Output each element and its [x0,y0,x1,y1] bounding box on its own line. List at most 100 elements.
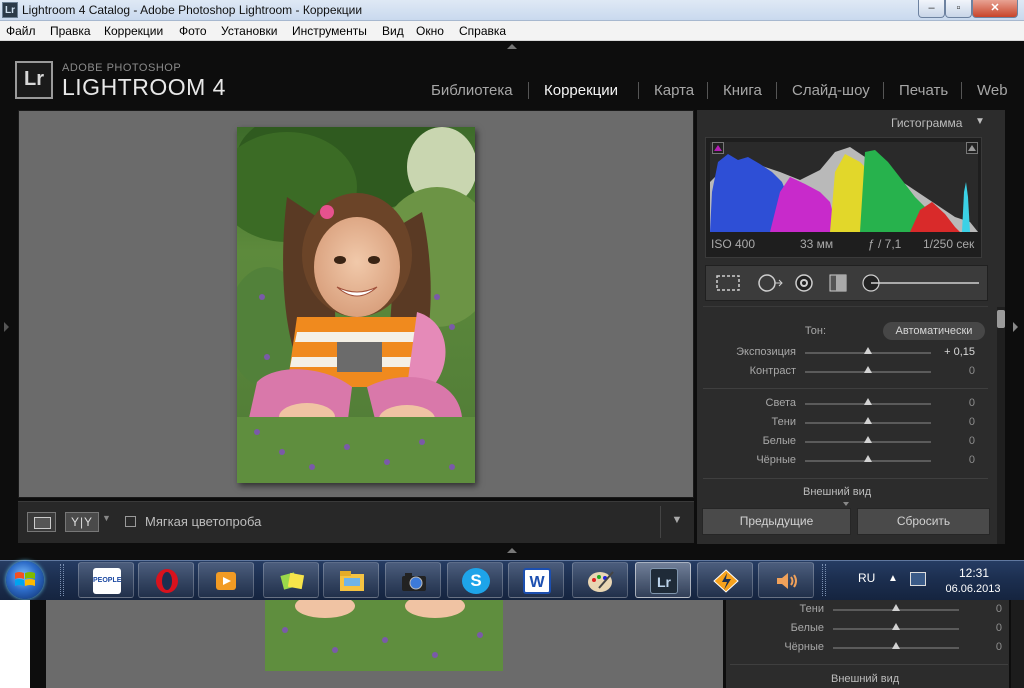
slider-label: Чёрные [784,641,824,653]
before-after-button[interactable]: Y|Y [65,512,99,532]
slider-value[interactable]: 0 [935,397,975,409]
slider-thumb[interactable] [864,347,872,354]
panel-divider [730,664,1008,665]
clock-time[interactable]: 12:31 [948,566,1000,580]
taskbar-opera[interactable] [138,562,194,598]
spot-removal-icon[interactable] [755,273,785,293]
taskbar-sticky-notes[interactable] [263,562,319,598]
slider-label: Белые [790,622,824,634]
slider-label: Света [765,397,796,409]
presence-section-header[interactable]: Внешний вид [803,486,871,498]
toolbar-options-icon[interactable]: ▼ [668,514,686,528]
menu-develop[interactable]: Коррекции [104,24,163,38]
top-panel-toggle-icon[interactable] [507,44,517,49]
red-eye-icon[interactable] [793,273,815,293]
minimize-icon[interactable]: – [918,0,945,18]
slider-value: 0 [995,603,1002,615]
slider-value: 0 [995,622,1002,634]
module-separator [707,82,708,99]
histogram-graph [710,142,978,232]
module-slideshow[interactable]: Слайд-шоу [792,82,870,99]
module-separator [961,82,962,99]
triangle-icon [714,145,722,151]
file-explorer-icon [338,568,366,594]
slider-thumb[interactable] [864,455,872,462]
menu-window[interactable]: Окно [416,24,444,38]
taskbar-grip [822,564,826,596]
module-library[interactable]: Библиотека [431,82,513,99]
slider-label: Контраст [749,365,796,377]
module-print[interactable]: Печать [899,82,948,99]
previous-settings-button[interactable]: Предыдущие [702,508,851,535]
network-icon[interactable] [910,572,926,586]
slider-thumb[interactable] [864,366,872,373]
taskbar-camera[interactable] [385,562,441,598]
module-separator [776,82,777,99]
taskbar-skype[interactable]: S [447,562,503,598]
taskbar-explorer[interactable] [323,562,379,598]
auto-tone-button[interactable]: Автоматически [883,322,985,340]
panel-scrollbar[interactable] [997,310,1005,328]
menu-photo[interactable]: Фото [179,24,207,38]
background-photo [265,600,503,671]
menu-view[interactable]: Вид [382,24,404,38]
taskbar-grip [60,564,64,596]
slider-thumb[interactable] [864,436,872,443]
taskbar-paint[interactable] [572,562,628,598]
slider-label: Экспозиция [736,346,796,358]
photo-preview[interactable] [237,127,475,483]
show-hidden-icons-icon[interactable]: ▲ [888,573,898,584]
module-book[interactable]: Книга [723,82,762,99]
slider-value[interactable]: 0 [935,365,975,377]
left-panel-toggle-icon[interactable] [4,322,9,332]
graduated-filter-icon[interactable] [826,273,850,293]
filmstrip-toggle-icon[interactable] [507,548,517,553]
menu-edit[interactable]: Правка [50,24,91,38]
taskbar-volume[interactable] [758,562,814,598]
menu-tools[interactable]: Инструменты [292,24,367,38]
screen: Lr Lightroom 4 Catalog - Adobe Photoshop… [0,0,1024,688]
panel-scroll-track [997,307,1005,544]
app-icon: Lr [2,2,18,18]
exif-iso: ISO 400 [711,237,756,251]
close-icon[interactable]: ✕ [972,0,1018,18]
taskbar-lightroom[interactable]: Lr [635,562,691,598]
language-indicator[interactable]: RU [858,571,875,585]
menu-help[interactable]: Справка [459,24,506,38]
slider-value[interactable]: + 0,15 [935,346,975,358]
module-web[interactable]: Web [977,82,1008,99]
chevron-down-icon[interactable]: ▼ [102,513,111,523]
slider-label: Белые [762,435,796,447]
lightroom-logo: Lr [15,61,53,99]
slider-value[interactable]: 0 [935,416,975,428]
module-develop[interactable]: Коррекции [544,82,618,99]
taskbar-aimp[interactable] [697,562,753,598]
loupe-view-button[interactable] [27,512,56,532]
taskbar-people[interactable]: PEOPLE [78,562,134,598]
sticky-notes-icon [278,568,306,594]
crop-tool-icon[interactable] [714,273,742,293]
histogram-header[interactable]: Гистограмма [891,116,962,130]
adjustment-brush-icon[interactable] [861,273,981,293]
clock-date[interactable]: 06.06.2013 [938,583,1008,595]
taskbar-media-player[interactable] [198,562,254,598]
maximize-icon[interactable]: ▫ [945,0,972,18]
module-map[interactable]: Карта [654,82,694,99]
people-icon: PEOPLE [93,568,121,594]
menu-file[interactable]: Файл [6,24,36,38]
taskbar-word[interactable]: W [508,562,564,598]
slider-value[interactable]: 0 [935,454,975,466]
reset-button[interactable]: Сбросить [857,508,990,535]
module-separator [528,82,529,99]
slider-thumb[interactable] [864,398,872,405]
menu-settings[interactable]: Установки [221,24,277,38]
collapse-icon[interactable]: ▼ [975,116,985,127]
slider-value[interactable]: 0 [935,435,975,447]
slider-thumb [892,604,900,611]
volume-icon [773,568,801,594]
lightroom-icon: Lr [650,568,678,594]
slider-thumb[interactable] [864,417,872,424]
softproof-checkbox[interactable] [125,516,136,527]
exif-aperture: ƒ / 7,1 [868,237,902,251]
right-panel-toggle-icon[interactable] [1013,322,1018,332]
